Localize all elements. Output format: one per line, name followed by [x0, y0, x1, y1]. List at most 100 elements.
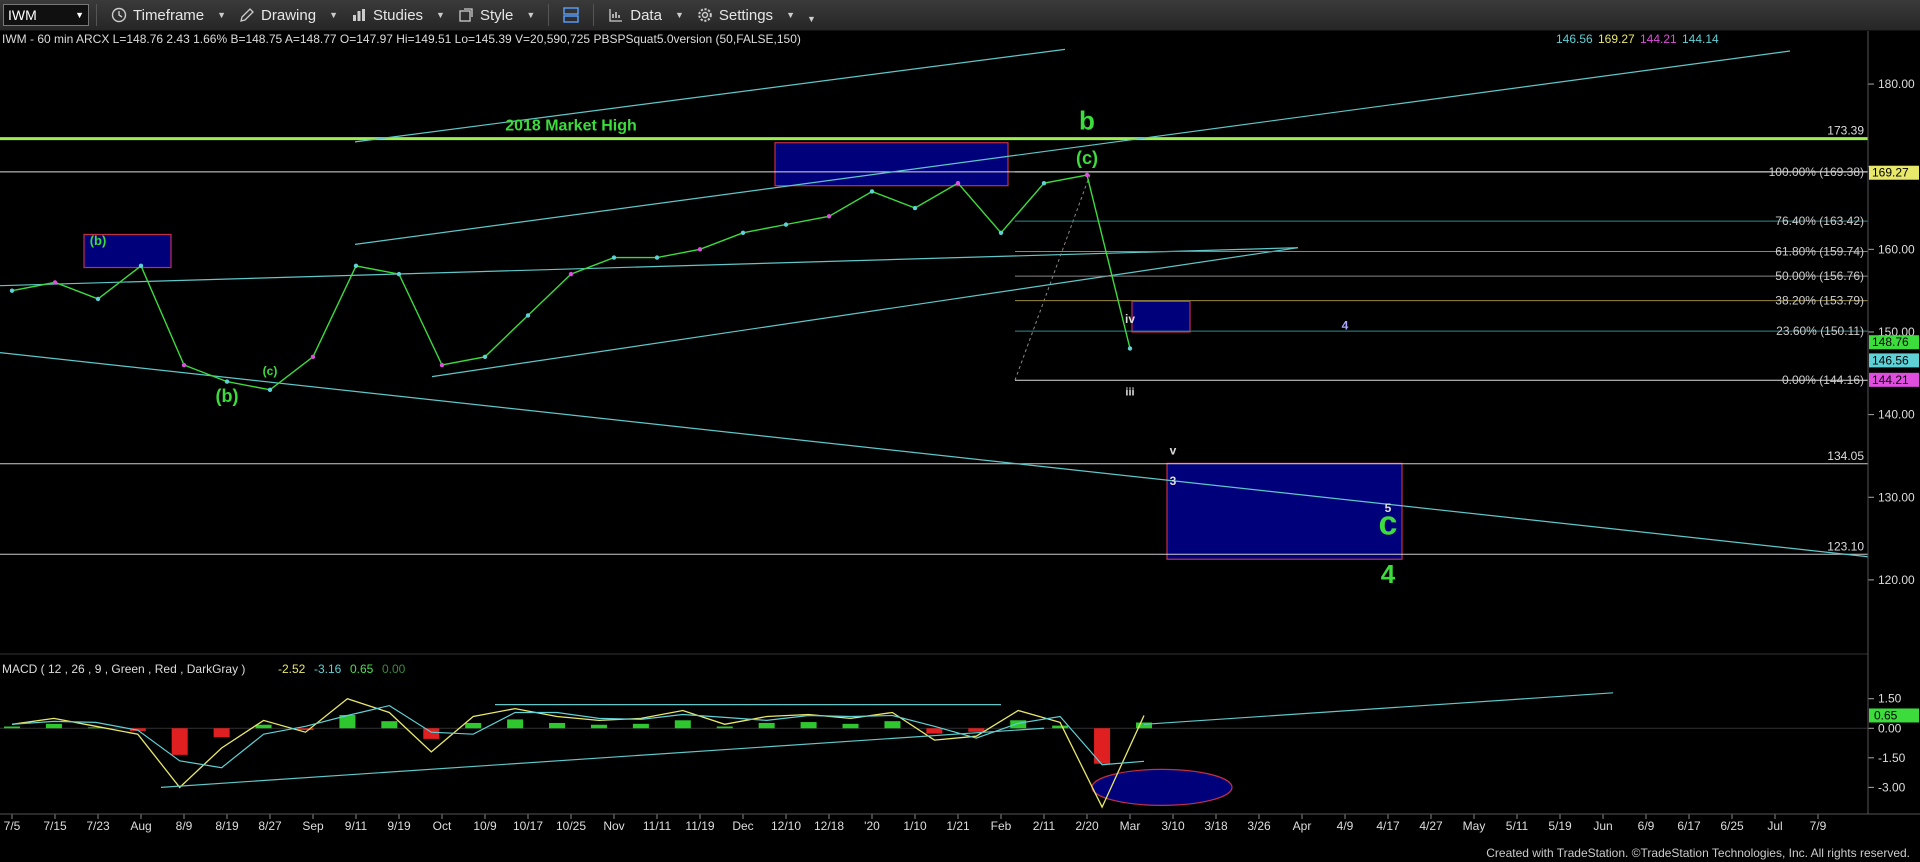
time-axis-label: 4/27 [1419, 819, 1443, 833]
wave-label: 4 [1381, 559, 1396, 589]
time-axis-label: 12/10 [771, 819, 801, 833]
time-axis-label: Jun [1593, 819, 1612, 833]
macd-histogram-bar [884, 721, 901, 729]
wave-label: 2018 Market High [505, 117, 637, 134]
time-axis-label: Aug [130, 819, 151, 833]
style-label: Style [479, 6, 514, 24]
pencil-icon [238, 6, 256, 24]
price-point [267, 387, 273, 393]
price-point [525, 313, 531, 318]
settings-label: Settings [718, 6, 774, 24]
time-axis-label: 7/23 [86, 819, 110, 833]
time-axis-label: 3/18 [1204, 819, 1228, 833]
time-axis-label: Sep [302, 819, 324, 833]
price-point [740, 230, 746, 236]
style-button[interactable]: Style ▼ [451, 6, 541, 24]
time-axis-label: 7/15 [43, 819, 67, 833]
price-axis-label: 140.00 [1878, 408, 1915, 422]
macd-axis-label: 0.00 [1878, 721, 1902, 735]
macd-histogram-bar [674, 720, 691, 729]
price-point [482, 354, 488, 359]
copyright-footer: Created with TradeStation. ©TradeStation… [1486, 846, 1910, 860]
time-axis-label: Apr [1293, 819, 1312, 833]
macd-histogram-bar [968, 728, 985, 732]
price-point [310, 354, 316, 359]
studies-icon [350, 6, 368, 24]
macd-histogram-bar [842, 723, 859, 729]
price-point [611, 255, 617, 260]
time-axis-label: 4/17 [1376, 819, 1400, 833]
price-point [998, 230, 1004, 236]
price-point [224, 379, 230, 384]
price-axis-label: 130.00 [1878, 490, 1915, 504]
settings-button[interactable]: Settings ▼ [690, 6, 801, 24]
price-chart[interactable]: 173.39 134.05 123.10 100.00% (169.38) 76.40… [0, 31, 1920, 862]
price-marker-label: 169.27 [1872, 166, 1909, 180]
macd-histogram-bar [171, 728, 188, 755]
price-marker-label: 148.76 [1872, 335, 1909, 349]
caret-down-icon: ▼ [806, 14, 816, 24]
time-axis-label: 2/20 [1075, 819, 1099, 833]
time-axis-label: May [1463, 819, 1486, 833]
clock-icon [110, 6, 128, 24]
time-axis-label: 8/9 [176, 819, 193, 833]
header-value: 144.14 [1682, 32, 1719, 46]
time-axis-label: 10/9 [473, 819, 497, 833]
wave-label: v [1170, 443, 1177, 457]
price-marker: 146.56 [1869, 353, 1919, 368]
layout-button[interactable] [556, 6, 586, 24]
price-marker-label: 144.21 [1872, 373, 1909, 387]
macd-histogram-bar [255, 724, 272, 729]
time-axis-label: 1/21 [946, 819, 970, 833]
data-button[interactable]: Data ▼ [601, 6, 690, 24]
price-point [95, 296, 101, 302]
price-marker: 144.21 [1869, 372, 1919, 387]
macd-histogram-bar [758, 722, 775, 729]
caret-down-icon: ▼ [786, 10, 795, 20]
symbol-selector[interactable]: IWM ▼ [3, 4, 89, 26]
zone-box-top [774, 142, 1009, 187]
macd-marker: 0.65 [1869, 708, 1919, 723]
price-point [654, 255, 660, 260]
time-axis-label: 11/19 [685, 819, 714, 833]
time-axis-label: Dec [732, 819, 753, 833]
macd-histogram-bar [4, 726, 20, 729]
price-point [568, 271, 574, 277]
wave-label: 3 [1170, 474, 1177, 488]
toolbar-more-button[interactable]: ▼ [801, 6, 822, 24]
price-axis-label: 180.00 [1878, 77, 1915, 91]
fib-level-label: 0.00% (144.16) [1782, 373, 1864, 387]
studies-label: Studies [373, 6, 424, 24]
macd-value: -2.52 [278, 662, 306, 676]
macd-histogram-bar [800, 722, 817, 729]
studies-button[interactable]: Studies ▼ [344, 6, 451, 24]
time-axis-label: 1/10 [903, 819, 927, 833]
time-axis-label: 4/9 [1337, 819, 1354, 833]
wave-label: c [1379, 504, 1398, 542]
time-axis-label: 9/11 [345, 819, 368, 833]
drawing-button[interactable]: Drawing ▼ [232, 6, 344, 24]
chevron-down-icon: ▼ [75, 10, 84, 20]
fib-level-label: 38.20% (153.79) [1775, 294, 1864, 308]
timeframe-button[interactable]: Timeframe ▼ [104, 6, 232, 24]
time-axis-label: 9/19 [387, 819, 411, 833]
wave-label: b [1079, 106, 1095, 136]
macd-histogram-bar [1052, 725, 1069, 729]
time-axis-label: 10/17 [513, 819, 543, 833]
level-label: 123.10 [1827, 539, 1864, 553]
time-axis-label: 6/25 [1720, 819, 1744, 833]
price-point [783, 222, 789, 227]
wave-label: (c) [1076, 148, 1098, 168]
price-point [955, 181, 961, 186]
macd-histogram-bar [590, 724, 607, 729]
macd-axis-label: -3.00 [1878, 780, 1906, 794]
caret-down-icon: ▼ [436, 10, 445, 20]
time-axis-label: 8/19 [215, 819, 239, 833]
price-axis-label: 160.00 [1878, 242, 1915, 256]
macd-value: 0.00 [382, 662, 406, 676]
fib-level-label: 50.00% (156.76) [1775, 269, 1864, 283]
drawing-label: Drawing [261, 6, 317, 24]
time-axis-label: 8/27 [258, 819, 282, 833]
price-point [1041, 181, 1047, 186]
time-axis-label: 10/25 [556, 819, 586, 833]
